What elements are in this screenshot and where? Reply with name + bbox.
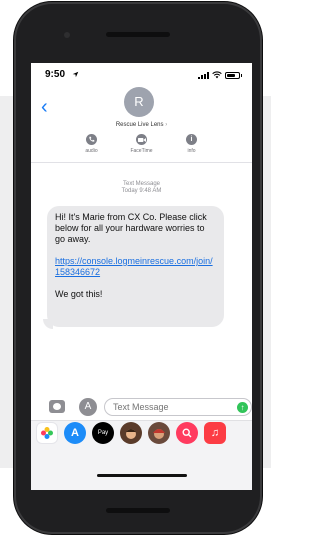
home-indicator[interactable] <box>97 474 187 477</box>
status-time: 9:50 <box>45 69 66 80</box>
keyboard-area <box>31 447 252 490</box>
message-type: Text Message <box>122 181 161 187</box>
memoji-stickers-app-icon[interactable] <box>148 422 170 444</box>
app-drawer-list: A Pay ♫ <box>36 422 226 444</box>
message-text: Hi! It's Marie from CX Co. Please click … <box>55 212 207 244</box>
battery-icon <box>225 71 240 79</box>
contact-avatar[interactable]: R <box>124 87 154 117</box>
app-store-app-icon[interactable]: A <box>64 422 86 444</box>
search-app-icon[interactable] <box>176 422 198 444</box>
video-camera-icon <box>136 134 147 145</box>
status-indicators <box>198 71 242 79</box>
message-timestamp: Text Message Today 9:48 AM <box>31 181 252 195</box>
message-input[interactable] <box>104 398 252 416</box>
facetime-button[interactable]: FaceTime <box>127 134 157 154</box>
photos-app-icon[interactable] <box>36 422 58 444</box>
contact-actions: audio FaceTime i info <box>31 134 252 154</box>
contact-name-label: Rescue Live Lens <box>115 122 164 128</box>
facetime-label: FaceTime <box>130 148 153 154</box>
composer-row: A ↑ <box>31 396 252 418</box>
message-time: Today 9:48 AM <box>121 188 162 194</box>
bottom-speaker <box>106 508 170 513</box>
send-button[interactable]: ↑ <box>237 402 248 413</box>
app-store-icon[interactable]: A <box>79 398 97 416</box>
earpiece-speaker <box>106 32 170 37</box>
camera-icon[interactable] <box>49 400 65 413</box>
front-camera <box>64 32 70 38</box>
signal-icon <box>198 71 209 79</box>
info-button[interactable]: i info <box>177 134 207 154</box>
status-bar: 9:50 <box>31 63 252 85</box>
info-label: info <box>187 148 196 154</box>
message-link[interactable]: https://console.logmeinrescue.com/join/1… <box>55 256 213 277</box>
app-drawer: A Pay ♫ <box>31 420 252 448</box>
header-divider <box>31 162 252 163</box>
audio-label: audio <box>85 148 98 154</box>
battery-nub <box>241 73 242 77</box>
audio-call-button[interactable]: audio <box>77 134 107 154</box>
apple-pay-label: Pay <box>97 430 109 436</box>
phone-icon <box>86 134 97 145</box>
back-button[interactable]: ‹ <box>41 97 48 117</box>
apple-pay-app-icon[interactable]: Pay <box>92 422 114 444</box>
info-icon: i <box>186 134 197 145</box>
message-closing: We got this! <box>55 289 103 299</box>
memoji-app-icon[interactable] <box>120 422 142 444</box>
phone-frame: 9:50 ‹ R Rescue Live Lens › audio FaceTi… <box>14 2 262 534</box>
incoming-message-bubble: Hi! It's Marie from CX Co. Please click … <box>47 206 224 327</box>
music-app-icon[interactable]: ♫ <box>204 422 226 444</box>
location-arrow-icon <box>72 71 79 78</box>
phone-screen: 9:50 ‹ R Rescue Live Lens › audio FaceTi… <box>31 63 252 490</box>
arrow-up-icon: ↑ <box>240 403 245 412</box>
wifi-icon <box>212 71 222 79</box>
chevron-right-icon: › <box>165 122 168 128</box>
contact-name[interactable]: Rescue Live Lens › <box>31 122 252 128</box>
